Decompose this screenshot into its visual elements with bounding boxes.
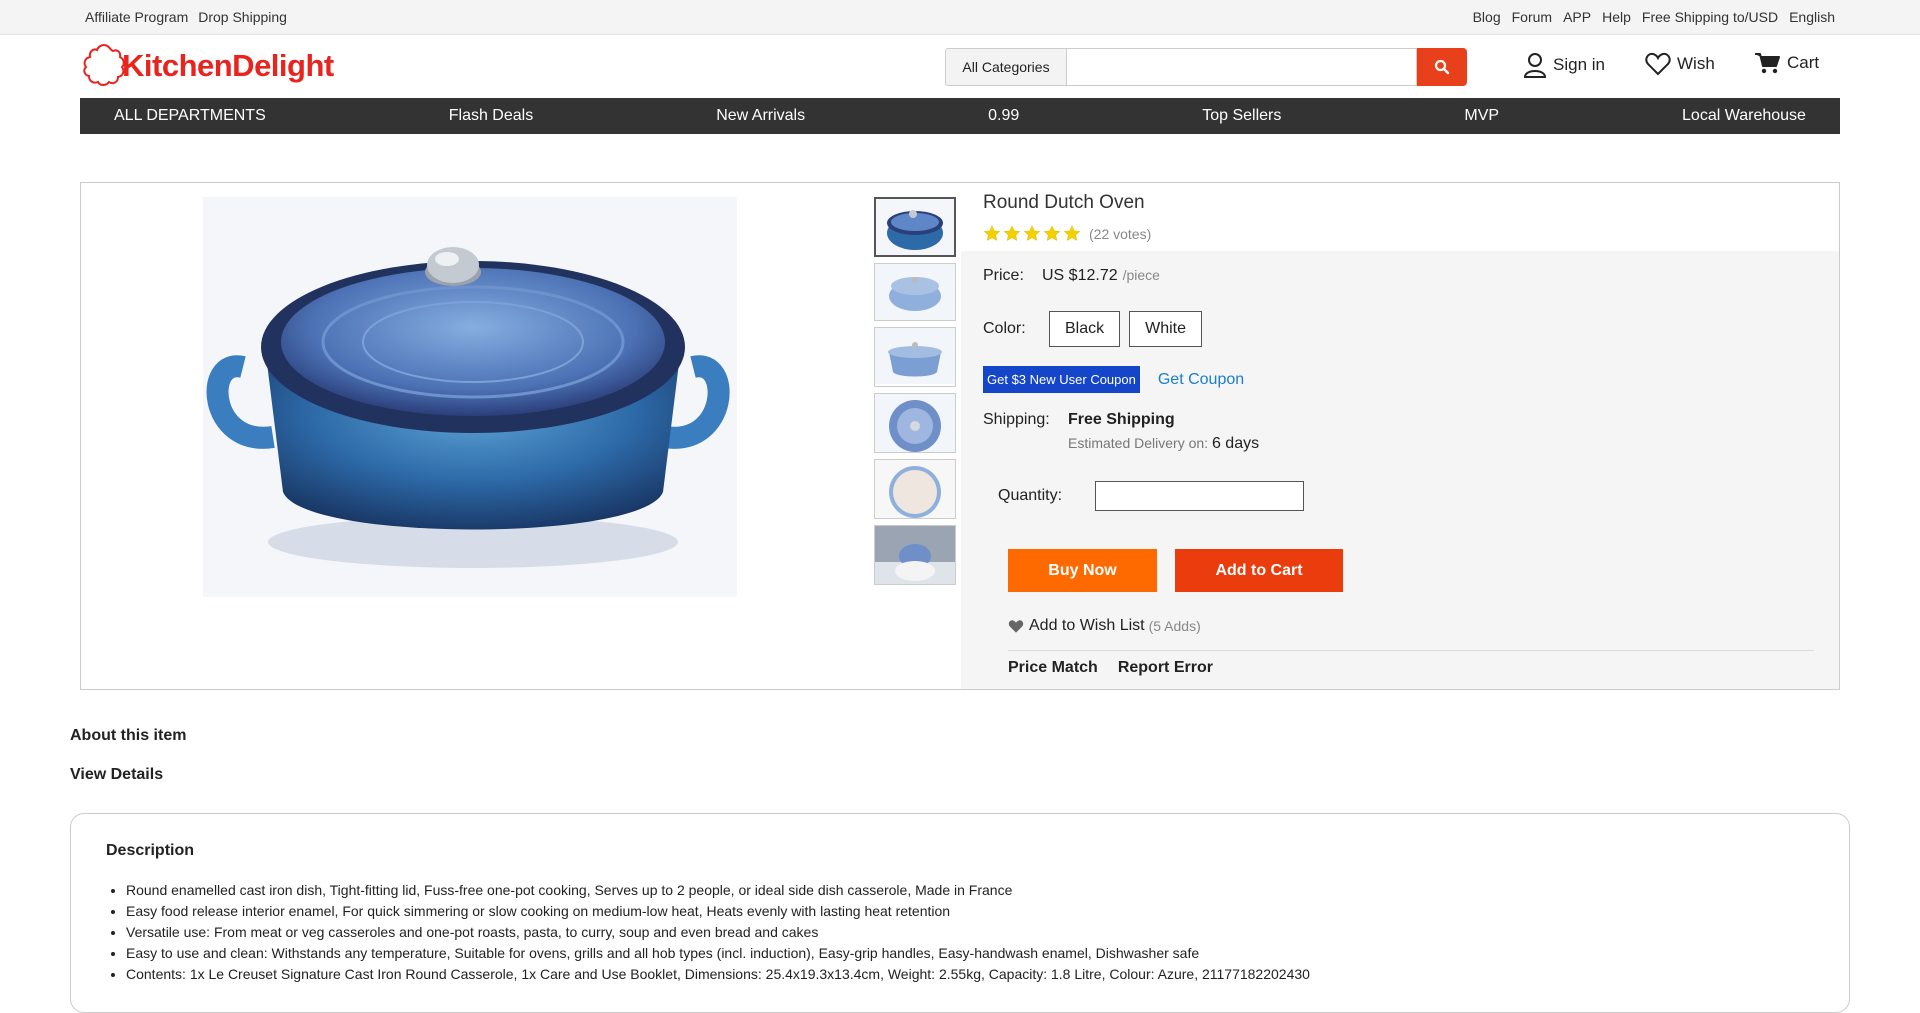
star-icon	[1003, 225, 1021, 241]
color-option-white[interactable]: White	[1129, 311, 1203, 347]
product-panel: Round Dutch Oven (22 votes) Price: US $1…	[80, 182, 1840, 690]
star-icon	[1023, 225, 1041, 241]
new-user-coupon-badge[interactable]: Get $3 New User Coupon	[983, 366, 1140, 393]
extra-links: Price Match Report Error	[1008, 659, 1213, 677]
thumbnail-image	[875, 526, 955, 584]
heart-filled-icon	[1008, 619, 1024, 633]
shipping-currency-link[interactable]: Free Shipping to/USD	[1642, 9, 1778, 25]
description-title: Description	[106, 842, 195, 859]
cart-link[interactable]: Cart	[1755, 52, 1819, 74]
app-link[interactable]: APP	[1563, 9, 1591, 25]
main-navigation: ALL DEPARTMENTS Flash Deals New Arrivals…	[80, 98, 1840, 134]
nav-top-sellers[interactable]: Top Sellers	[1202, 107, 1281, 125]
add-to-wish-list[interactable]: Add to Wish List (5 Adds)	[1008, 617, 1201, 635]
quantity-input[interactable]	[1095, 481, 1305, 511]
wish-label: Wish	[1677, 54, 1715, 73]
delivery-value: 6 days	[1211, 435, 1260, 452]
color-option-black[interactable]: Black	[1049, 311, 1121, 347]
nav-mvp[interactable]: MVP	[1464, 107, 1499, 125]
about-heading: About this item	[70, 727, 187, 744]
color-label: Color:	[983, 320, 1026, 337]
nav-flash-deals[interactable]: Flash Deals	[449, 107, 533, 125]
nav-local-warehouse[interactable]: Local Warehouse	[1682, 107, 1806, 125]
language-link[interactable]: English	[1789, 9, 1835, 25]
category-select[interactable]: All Categories	[945, 48, 1067, 86]
product-info: Round Dutch Oven (22 votes) Price: US $1…	[961, 183, 1839, 689]
description-item: Contents: 1x Le Creuset Signature Cast I…	[126, 964, 1814, 985]
product-rating: (22 votes)	[983, 225, 1839, 242]
top-bar: Affiliate Program Drop Shipping Blog For…	[0, 0, 1920, 35]
heart-icon	[1645, 52, 1671, 76]
add-wish-label: Add to Wish List	[1029, 617, 1145, 634]
price-label: Price:	[983, 267, 1024, 284]
search-button[interactable]	[1417, 48, 1467, 86]
purchase-panel: Price: US $12.72 /piece Color: Black Whi…	[961, 251, 1839, 689]
add-to-cart-button[interactable]: Add to Cart	[1175, 549, 1343, 592]
sign-in-link[interactable]: Sign in	[1523, 52, 1605, 78]
logo-text: KitchenDelight	[122, 48, 334, 83]
get-coupon-link[interactable]: Get Coupon	[1158, 371, 1244, 389]
product-main-image[interactable]	[203, 197, 737, 597]
thumbnail-image	[875, 460, 955, 518]
thumbnail-image	[875, 264, 955, 320]
search-bar: All Categories	[945, 48, 1467, 86]
star-icon	[1063, 225, 1081, 241]
buy-now-button[interactable]: Buy Now	[1008, 549, 1157, 592]
search-icon	[1434, 59, 1450, 75]
thumbnail-image	[876, 199, 954, 255]
price-row: Price: US $12.72 /piece	[983, 267, 1160, 285]
forum-link[interactable]: Forum	[1512, 9, 1552, 25]
star-icon	[983, 225, 1001, 241]
cart-icon	[1755, 53, 1780, 74]
thumbnail-6[interactable]	[874, 525, 956, 585]
sign-in-label: Sign in	[1553, 55, 1605, 74]
quantity-row: Quantity:	[998, 481, 1305, 511]
user-icon	[1523, 53, 1547, 78]
description-item: Versatile use: From meat or veg casserol…	[126, 922, 1814, 943]
delivery-label: Estimated Delivery on:	[1068, 435, 1209, 451]
price-match-link[interactable]: Price Match	[1008, 659, 1098, 677]
price-value: US $12.72	[1042, 267, 1118, 284]
site-logo[interactable]: KitchenDelight	[80, 42, 334, 90]
coupon-row: Get $3 New User Coupon Get Coupon	[983, 366, 1244, 393]
color-row: Color: Black White	[983, 311, 1211, 347]
divider	[1008, 650, 1814, 651]
logo-flower-icon	[83, 43, 125, 86]
thumbnail-2[interactable]	[874, 263, 956, 321]
star-icon	[1043, 225, 1061, 241]
help-link[interactable]: Help	[1602, 9, 1631, 25]
thumbnail-1[interactable]	[874, 197, 956, 257]
search-input[interactable]	[1067, 48, 1417, 86]
wish-link[interactable]: Wish	[1645, 52, 1715, 76]
drop-shipping-link[interactable]: Drop Shipping	[198, 9, 287, 25]
thumbnail-3[interactable]	[874, 327, 956, 387]
report-error-link[interactable]: Report Error	[1118, 659, 1213, 677]
thumbnail-strip	[874, 197, 956, 591]
nav-all-departments[interactable]: ALL DEPARTMENTS	[114, 107, 266, 125]
nav-099[interactable]: 0.99	[988, 107, 1019, 125]
description-item: Round enamelled cast iron dish, Tight-fi…	[126, 880, 1814, 901]
votes-count: (22 votes)	[1089, 225, 1152, 242]
wish-adds-count: (5 Adds)	[1148, 618, 1201, 634]
description-item: Easy to use and clean: Withstands any te…	[126, 943, 1814, 964]
view-details-link[interactable]: View Details	[70, 766, 163, 784]
thumbnail-image	[875, 394, 955, 452]
description-list: Round enamelled cast iron dish, Tight-fi…	[106, 880, 1814, 985]
estimated-delivery: Estimated Delivery on: 6 days	[1068, 435, 1259, 453]
blog-link[interactable]: Blog	[1473, 9, 1501, 25]
description-item: Easy food release interior enamel, For q…	[126, 901, 1814, 922]
thumbnail-image	[875, 328, 955, 384]
thumbnail-5[interactable]	[874, 459, 956, 519]
nav-new-arrivals[interactable]: New Arrivals	[716, 107, 805, 125]
price-unit: /piece	[1122, 267, 1160, 283]
cart-label: Cart	[1787, 53, 1820, 72]
description-panel: Description Round enamelled cast iron di…	[70, 813, 1850, 1013]
shipping-label: Shipping:	[983, 411, 1050, 428]
thumbnail-4[interactable]	[874, 393, 956, 453]
product-title: Round Dutch Oven	[983, 192, 1145, 213]
affiliate-program-link[interactable]: Affiliate Program	[85, 9, 188, 25]
shipping-value: Free Shipping	[1068, 411, 1175, 428]
quantity-label: Quantity:	[998, 487, 1063, 504]
